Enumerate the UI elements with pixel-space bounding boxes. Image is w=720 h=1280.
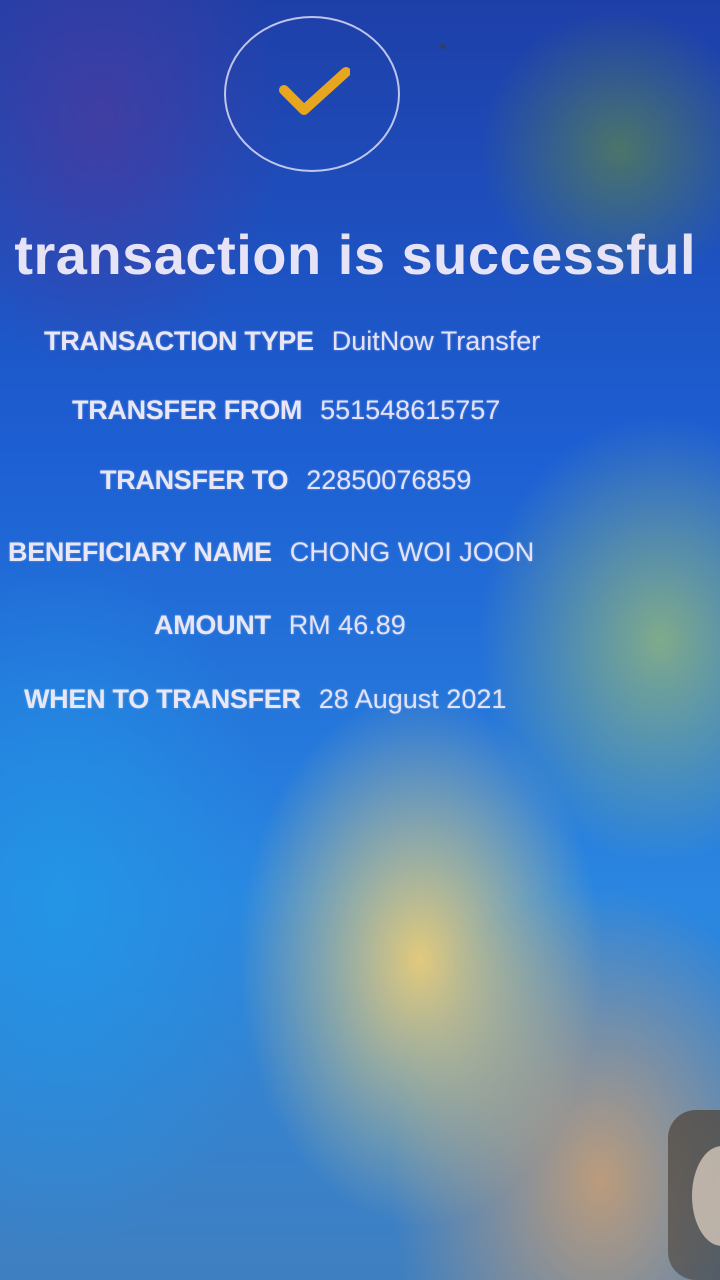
detail-value: 22850076859 [306,465,472,495]
detail-row-amount: AMOUNT RM 46.89 [154,610,406,641]
success-badge [224,16,400,172]
detail-row-beneficiary-name: BENEFICIARY NAME CHONG WOI JOON [8,537,534,568]
detail-label: TRANSFER TO [100,465,289,495]
success-message: r transaction is successful [0,223,697,286]
detail-label: WHEN TO TRANSFER [24,684,301,714]
detail-value: CHONG WOI JOON [289,537,535,567]
detail-label: TRANSFER FROM [72,395,303,425]
screen-speck [440,44,445,49]
detail-value: 28 August 2021 [318,684,507,714]
detail-row-transfer-from: TRANSFER FROM 551548615757 [72,395,500,426]
detail-value: 551548615757 [320,395,501,425]
detail-row-transaction-type: TRANSACTION TYPE DuitNow Transfer [44,326,540,357]
detail-label: BENEFICIARY NAME [8,537,272,567]
detail-value: RM 46.89 [288,610,406,640]
detail-label: AMOUNT [154,610,271,640]
checkmark-icon [279,67,350,115]
phone-edge-reflection [668,1110,720,1280]
detail-row-transfer-to: TRANSFER TO 22850076859 [100,465,471,496]
detail-label: TRANSACTION TYPE [44,326,314,356]
detail-value: DuitNow Transfer [331,326,541,356]
detail-row-when-to-transfer: WHEN TO TRANSFER 28 August 2021 [24,684,506,715]
